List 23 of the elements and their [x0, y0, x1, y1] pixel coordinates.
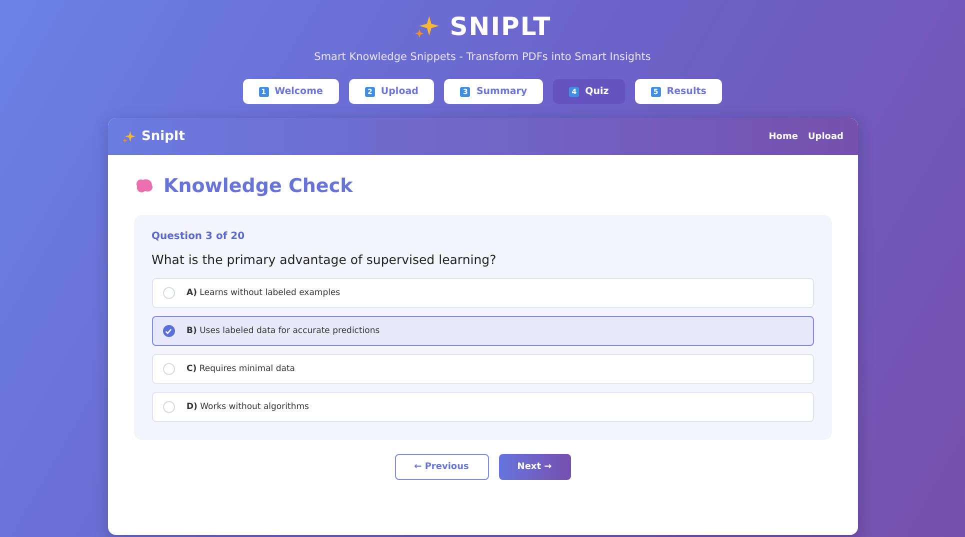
sparkles-icon [414, 14, 440, 40]
question-counter: Question 3 of 20 [152, 231, 246, 242]
brain-icon [134, 178, 154, 194]
previous-button[interactable]: ← Previous [394, 454, 488, 480]
radio-button[interactable] [162, 325, 174, 337]
option-text: D) Works without algorithms [186, 402, 309, 412]
option-text: A) Learns without labeled examples [186, 288, 340, 298]
sparkles-icon [122, 130, 136, 144]
answer-option[interactable]: B) Uses labeled data for accurate predictions [152, 316, 814, 346]
answer-option[interactable]: C) Requires minimal data [152, 354, 814, 384]
app-title: SNIPLT [450, 12, 552, 41]
option-text: B) Uses labeled data for accurate predictions [186, 326, 380, 336]
answer-option[interactable]: D) Works without algorithms [152, 392, 814, 422]
answer-option[interactable]: A) Learns without labeled examples [152, 278, 814, 308]
option-text: C) Requires minimal data [186, 364, 295, 374]
nav-link[interactable]: Home [768, 132, 798, 142]
next-button[interactable]: Next → [498, 454, 570, 480]
nav-link[interactable]: Upload [808, 132, 844, 142]
check-icon [165, 328, 172, 334]
page-title: Knowledge Check [164, 175, 353, 197]
app-tagline: Smart Knowledge Snippets - Transform PDFs into Smart Insights [314, 51, 651, 63]
brand-name: SnipIt [142, 129, 185, 144]
question-text: What is the primary advantage of supervised learning? [152, 252, 498, 267]
